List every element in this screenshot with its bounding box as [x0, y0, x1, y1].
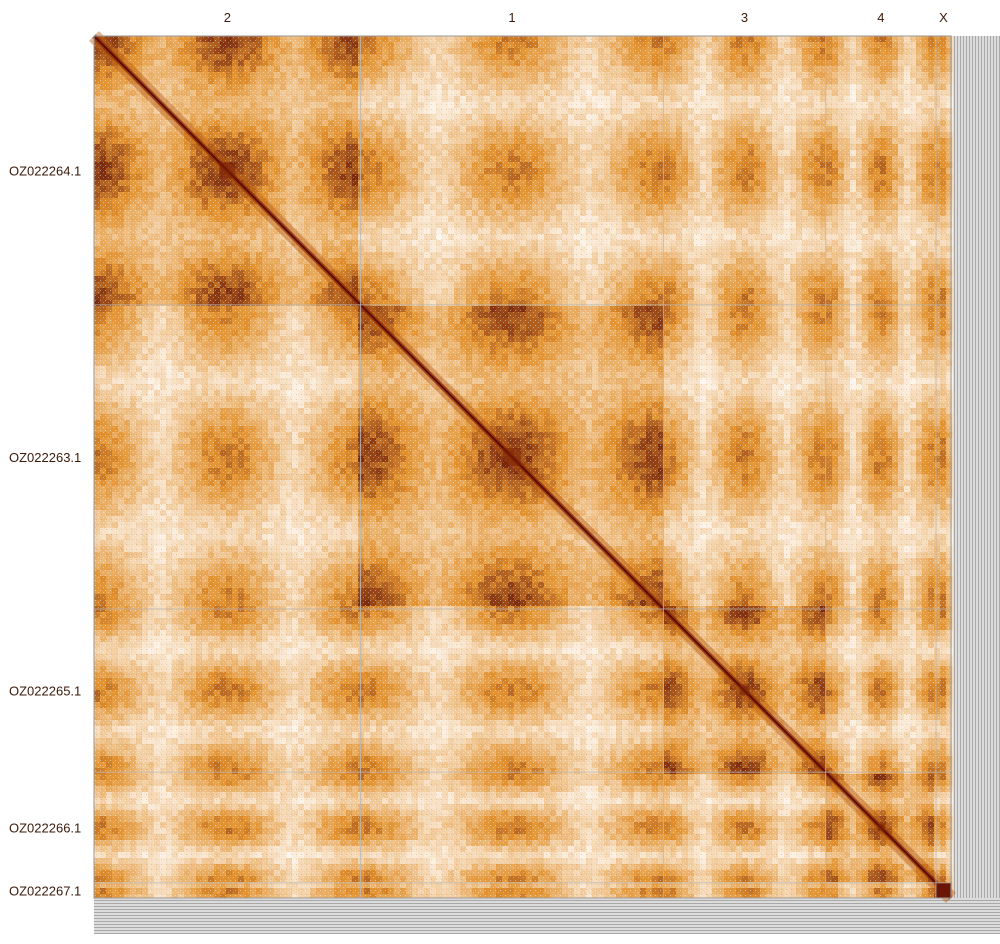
contact-map-chart: 2134X OZ022264.1OZ022263.1OZ022265.1OZ02… [9, 10, 1000, 934]
